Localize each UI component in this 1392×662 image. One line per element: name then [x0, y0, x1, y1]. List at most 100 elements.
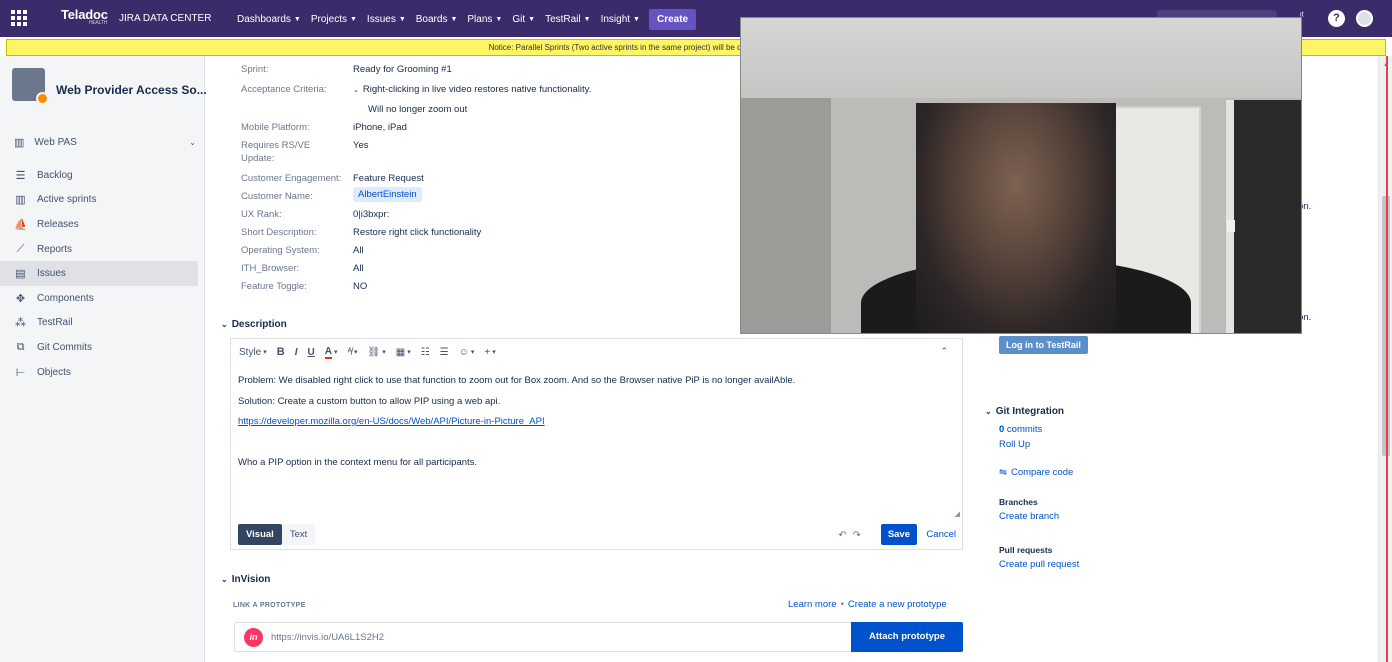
- save-button[interactable]: Save: [880, 524, 917, 545]
- menu-projects[interactable]: Projects ▼: [306, 9, 362, 30]
- sidebar-item-releases[interactable]: ⛵ Releases: [0, 212, 198, 237]
- menu-testrail[interactable]: TestRail ▼: [540, 9, 596, 30]
- text-format-icon[interactable]: ᴬ̸ ▾: [347, 347, 357, 358]
- video-light-switch: [1227, 220, 1235, 232]
- commits-link[interactable]: 0 commits: [999, 424, 1042, 435]
- field-value-acceptance-2: Will no longer zoom out: [368, 104, 468, 115]
- window-border: [1386, 56, 1388, 662]
- sidebar-item-backlog[interactable]: ☰ Backlog: [0, 163, 198, 188]
- menu-dashboards[interactable]: Dashboards ▼: [232, 9, 306, 30]
- underline-button[interactable]: U: [307, 347, 314, 358]
- field-value-mobile[interactable]: iPhone, iPad: [353, 122, 407, 133]
- description-editor: Style ▾ B I U A ▾ ᴬ̸ ▾ ⛓ ▾ ▦ ▾ ☷ ☰ ☺ ▾ + ▾ ⌃ Pr…: [230, 338, 963, 550]
- create-pull-request-link[interactable]: Create pull request: [999, 559, 1079, 570]
- field-value-sprint[interactable]: Ready for Grooming #1: [353, 64, 452, 75]
- project-badge-icon: [36, 92, 49, 105]
- page-scrollbar[interactable]: ▲: [1378, 56, 1392, 662]
- editor-line: Problem: We disabled right click to use …: [238, 375, 796, 386]
- chevron-down-icon: ▼: [633, 16, 640, 23]
- description-section-toggle[interactable]: ⌄ Description: [221, 319, 287, 330]
- tab-visual[interactable]: Visual: [238, 523, 282, 545]
- rollup-link[interactable]: Roll Up: [999, 439, 1030, 450]
- teladoc-logo[interactable]: Teladoc HEALTH: [61, 7, 108, 26]
- create-button[interactable]: Create: [648, 9, 697, 30]
- git-integration-toggle[interactable]: ⌄ Git Integration: [985, 406, 1064, 417]
- cancel-button[interactable]: Cancel: [926, 529, 956, 540]
- sidebar-item-issues[interactable]: ▤ Issues: [0, 261, 198, 286]
- video-overlay[interactable]: [740, 17, 1302, 334]
- help-icon[interactable]: ?: [1328, 10, 1345, 27]
- field-value-os[interactable]: All: [353, 245, 364, 256]
- project-sidebar: Web Provider Access So... ▥ Web PAS ⌄ ☰ Ba…: [0, 56, 207, 662]
- field-label-toggle: Feature Toggle:: [241, 281, 307, 292]
- field-label-engagement: Customer Engagement:: [241, 173, 342, 184]
- bullet-list-icon[interactable]: ☷: [421, 347, 430, 358]
- field-value-toggle[interactable]: NO: [353, 281, 367, 292]
- menu-plans[interactable]: Plans ▼: [462, 9, 507, 30]
- attach-prototype-button[interactable]: Attach prototype: [851, 622, 963, 652]
- field-value-uxrank[interactable]: 0|i3bxpr:: [353, 209, 389, 220]
- separator-dot: •: [840, 599, 844, 610]
- field-value-engagement[interactable]: Feature Request: [353, 173, 424, 184]
- learn-more-link[interactable]: Learn more: [788, 599, 837, 610]
- emoji-icon[interactable]: ☺ ▾: [459, 347, 475, 358]
- menu-boards[interactable]: Boards ▼: [411, 9, 463, 30]
- jira-issue-page: Teladoc HEALTH JIRA DATA CENTER Dashboard…: [0, 0, 1392, 662]
- italic-button[interactable]: I: [295, 347, 298, 358]
- resize-handle-icon[interactable]: ◢: [955, 510, 960, 518]
- video-person-blurred: [916, 103, 1116, 333]
- video-ceiling: [741, 18, 1301, 98]
- create-prototype-link[interactable]: Create a new prototype: [848, 599, 947, 610]
- link-icon[interactable]: ⛓ ▾: [368, 347, 386, 358]
- app-switcher-icon[interactable]: [11, 10, 27, 26]
- chevron-down-icon: ▾: [263, 349, 267, 356]
- menu-insight[interactable]: Insight ▼: [596, 9, 645, 30]
- sidebar-item-testrail[interactable]: ⁂ TestRail: [0, 311, 198, 336]
- link-prototype-label: LINK A PROTOTYPE: [233, 602, 306, 609]
- sidebar-item-git-commits[interactable]: ⧉ Git Commits: [0, 335, 198, 360]
- field-label-browser: ITH_Browser:: [241, 263, 300, 274]
- field-value-shortdesc[interactable]: Restore right click functionality: [353, 227, 481, 238]
- editor-content[interactable]: Problem: We disabled right click to use …: [238, 371, 955, 474]
- customer-lozenge[interactable]: AlbertEinstein: [353, 187, 422, 202]
- create-branch-link[interactable]: Create branch: [999, 511, 1059, 522]
- chevron-down-icon: ▼: [293, 16, 301, 23]
- menu-git[interactable]: Git ▼: [507, 9, 540, 30]
- chevron-down-icon: ▾: [333, 349, 338, 356]
- invision-section-toggle[interactable]: ⌄ InVision: [221, 574, 270, 585]
- field-value-acceptance[interactable]: ⌄ Right-clicking in live video restores n…: [353, 84, 591, 95]
- field-label-rsve: Requires RS/VE: [241, 140, 311, 151]
- field-label-sprint: Sprint:: [241, 64, 269, 75]
- field-label-os: Operating System:: [241, 245, 320, 256]
- table-icon[interactable]: ▦ ▾: [396, 347, 411, 358]
- board-selector[interactable]: ▥ Web PAS ⌄: [14, 136, 196, 149]
- editor-toolbar: Style ▾ B I U A ▾ ᴬ̸ ▾ ⛓ ▾ ▦ ▾ ☷ ☰ ☺ ▾ + ▾: [231, 339, 962, 365]
- sidebar-item-active-sprints[interactable]: ▥ Active sprints: [0, 188, 198, 213]
- sidebar-item-components[interactable]: ✥ Components: [0, 286, 198, 311]
- field-label-acceptance: Acceptance Criteria:: [241, 84, 327, 95]
- tree-icon: ⊢: [15, 366, 26, 379]
- text-color-button[interactable]: A ▾: [324, 346, 338, 359]
- sidebar-item-reports[interactable]: ⟋ Reports: [0, 237, 198, 262]
- prototype-url-field[interactable]: in https://invis.io/UA6L1S2H2 Attach pro…: [234, 622, 963, 652]
- prototype-url-input[interactable]: https://invis.io/UA6L1S2H2: [271, 632, 384, 643]
- compare-code-link[interactable]: ⇋ Compare code: [999, 467, 1073, 478]
- numbered-list-icon[interactable]: ☰: [440, 347, 449, 358]
- user-avatar[interactable]: [1356, 10, 1373, 27]
- undo-redo-icons[interactable]: ↶↷: [838, 530, 867, 541]
- field-value-rsve[interactable]: Yes: [353, 140, 369, 151]
- testrail-login-button[interactable]: Log in to TestRail: [999, 336, 1088, 354]
- field-value-customer[interactable]: AlbertEinstein: [353, 187, 422, 202]
- api-doc-link[interactable]: https://developer.mozilla.org/en-US/docs…: [238, 416, 545, 427]
- insert-more-icon[interactable]: + ▾: [484, 347, 495, 358]
- menu-issues[interactable]: Issues ▼: [362, 9, 411, 30]
- field-value-browser[interactable]: All: [353, 263, 364, 274]
- bold-button[interactable]: B: [277, 346, 285, 358]
- collapse-toolbar-icon[interactable]: ⌃: [940, 346, 948, 357]
- project-avatar[interactable]: [12, 68, 49, 105]
- style-dropdown[interactable]: Style ▾: [239, 347, 267, 358]
- sidebar-item-objects[interactable]: ⊢ Objects: [0, 360, 198, 385]
- editor-line: Solution: Create a custom button to allo…: [238, 395, 501, 407]
- tab-text[interactable]: Text: [281, 523, 316, 545]
- project-name[interactable]: Web Provider Access So...: [56, 83, 207, 97]
